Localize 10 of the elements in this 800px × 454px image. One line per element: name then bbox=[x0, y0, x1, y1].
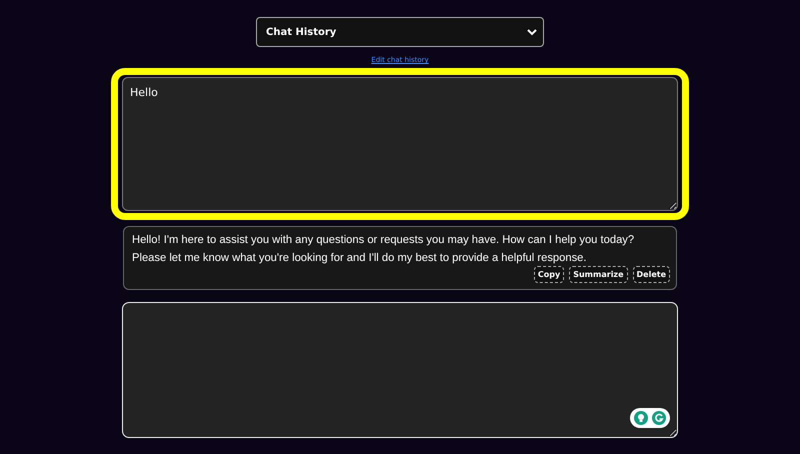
chevron-down-icon bbox=[527, 28, 537, 36]
chat-history-select[interactable]: Chat History bbox=[256, 17, 544, 47]
reply-textarea[interactable] bbox=[122, 302, 678, 438]
bulb-icon bbox=[634, 411, 648, 425]
action-button[interactable]: Delete bbox=[632, 266, 670, 283]
prompt-textarea[interactable]: Hello bbox=[122, 77, 678, 211]
writing-assistant-widget[interactable] bbox=[630, 408, 670, 428]
action-button[interactable]: Copy bbox=[534, 266, 564, 283]
response-text: Hello! I'm here to assist you with any questions or requests you may have. How can I help you today? Please let me know what you're looking for and I'll do my best to provide a helpful response. bbox=[132, 233, 636, 266]
action-button[interactable]: Summarize bbox=[569, 266, 628, 283]
